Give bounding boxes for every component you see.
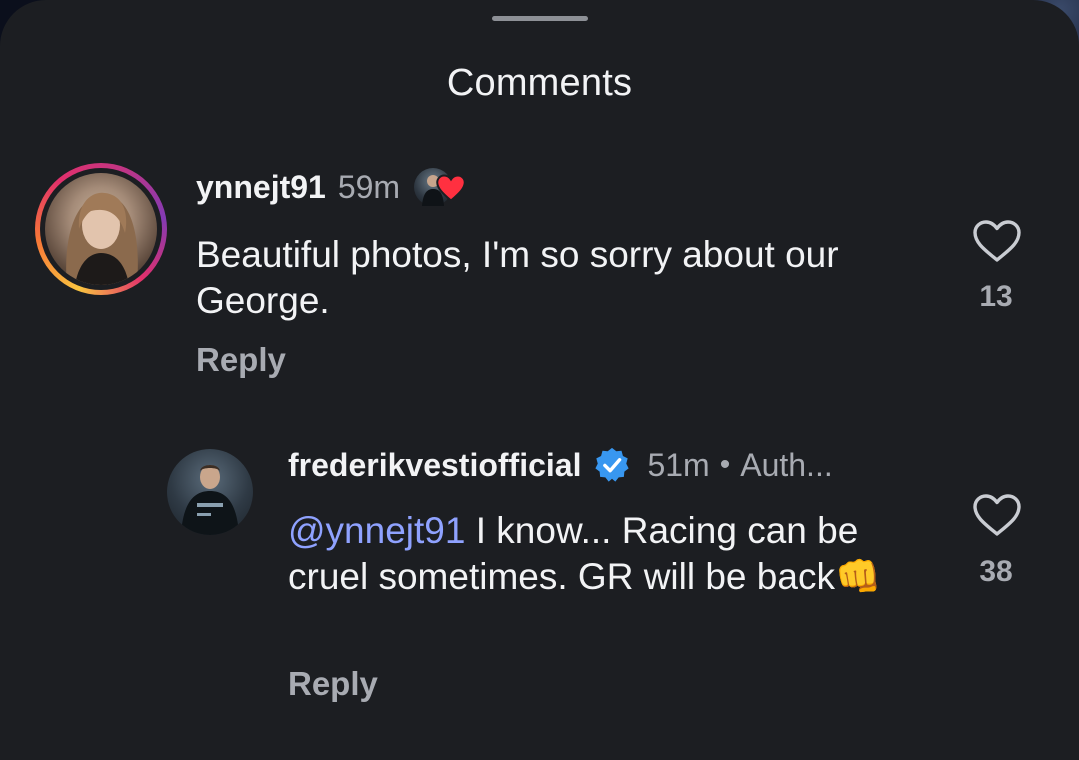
comment-header: frederikvestiofficial 51m • Auth... (288, 446, 833, 484)
author-badge: Auth... (740, 446, 833, 483)
avatar (45, 173, 157, 285)
avatar-story-ring[interactable] (35, 163, 167, 295)
avatar[interactable] (167, 449, 253, 535)
drag-handle[interactable] (492, 16, 588, 21)
comment-text: Beautiful photos, I'm so sorry about our… (196, 234, 839, 321)
comments-sheet: Comments ynnejt91 59m Beautiful photos, … (0, 0, 1079, 760)
username[interactable]: ynnejt91 (196, 169, 326, 206)
sheet-title: Comments (446, 62, 633, 104)
like-heart-icon[interactable] (972, 493, 1022, 537)
comment-header: ynnejt91 59m (196, 168, 466, 206)
mention-link[interactable]: @ynnejt91 (288, 510, 465, 551)
like-heart-icon[interactable] (972, 219, 1022, 263)
comment-text: @ynnejt91 I know... Racing can be cruel … (288, 508, 908, 600)
author-liked-avatar (414, 168, 466, 206)
like-count: 38 (979, 555, 1013, 588)
reply-button[interactable]: Reply (288, 665, 378, 703)
verified-badge-icon (595, 447, 630, 482)
timestamp: 51m (647, 446, 710, 483)
reply-button[interactable]: Reply (196, 341, 286, 379)
separator: • (719, 448, 731, 481)
fist-emoji-icon: 👊 (834, 556, 882, 597)
username[interactable]: frederikvestiofficial (288, 447, 581, 484)
like-count: 13 (979, 280, 1013, 313)
heart-icon (436, 174, 466, 202)
timestamp: 59m (337, 168, 401, 205)
